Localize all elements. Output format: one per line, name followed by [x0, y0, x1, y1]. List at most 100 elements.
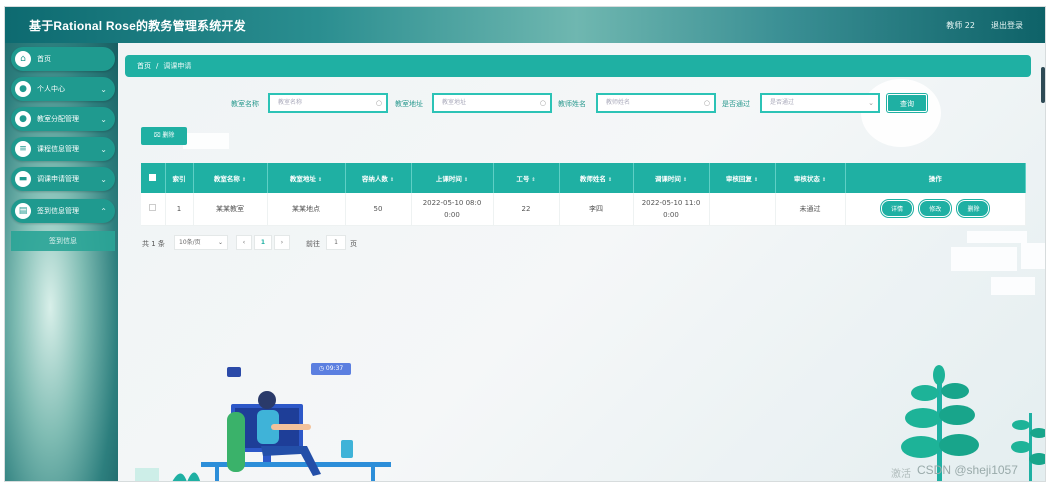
sort-icon: ⇕ — [389, 177, 395, 183]
sort-icon: ⇕ — [607, 177, 613, 183]
decorative-rect — [183, 133, 229, 149]
label-room-address: 教室地址 — [395, 100, 423, 108]
col-actions: 操作 — [845, 163, 1026, 193]
breadcrumb: 首页 / 调课申请 — [125, 55, 1031, 77]
col-job-no[interactable]: 工号 ⇕ — [493, 163, 560, 193]
sidebar-item-label: 教室分配管理 — [37, 115, 79, 123]
cell-class-time: 2022-05-10 08:00:00 — [411, 193, 494, 226]
col-teacher-name[interactable]: 教师姓名 ⇕ — [559, 163, 634, 193]
delete-button[interactable]: 删除 — [957, 200, 990, 218]
cell-adjust-time: 2022-05-10 11:00:00 — [633, 193, 710, 226]
sidebar-item-home[interactable]: ⌂ 首页 — [11, 47, 115, 71]
col-index: 索引 — [165, 163, 194, 193]
col-capacity[interactable]: 容纳人数 ⇕ — [345, 163, 412, 193]
breadcrumb-current: 调课申请 — [163, 62, 192, 70]
sidebar-item-label: 调课申请管理 — [37, 175, 79, 183]
sidebar-item-signin[interactable]: ▤ 签到信息管理 ⌃ — [11, 199, 115, 223]
sidebar-subitem-signin-info[interactable]: 签到信息 — [11, 231, 115, 251]
vertical-scrollbar[interactable] — [1041, 67, 1045, 103]
teacher-name-input[interactable]: 教师姓名 ○ — [596, 93, 716, 113]
row-checkbox[interactable] — [141, 193, 166, 226]
next-page-button[interactable]: › — [274, 235, 290, 250]
col-label: 审核状态 — [793, 175, 820, 183]
col-label: 工号 — [516, 175, 530, 183]
col-adjust-time[interactable]: 调课时间 ⇕ — [633, 163, 710, 193]
approved-select[interactable]: 是否通过 ⌄ — [760, 93, 880, 113]
batch-delete-button[interactable]: ⌧ 删除 — [141, 127, 187, 145]
detail-button[interactable]: 详情 — [881, 200, 914, 218]
cell-room-name: 某某教室 — [193, 193, 268, 226]
cell-room-address: 某某地点 — [267, 193, 346, 226]
page-suffix: 页 — [350, 240, 357, 248]
col-label: 审核回复 — [725, 175, 752, 183]
col-review-reply[interactable]: 审核回复 ⇕ — [709, 163, 776, 193]
search-icon: ○ — [539, 99, 546, 107]
user-icon: ● — [15, 111, 31, 127]
decorative-rect — [951, 247, 1017, 271]
edit-button[interactable]: 修改 — [919, 200, 952, 218]
activate-text: 激活 — [891, 469, 911, 480]
label-room-name: 教室名称 — [231, 100, 259, 108]
col-room-name[interactable]: 教室名称 ⇕ — [193, 163, 268, 193]
chevron-down-icon: ⌄ — [217, 239, 223, 246]
col-label: 教室地址 — [289, 175, 316, 183]
sort-icon: ⇕ — [241, 177, 247, 183]
delete-label: 删除 — [162, 132, 175, 139]
clock-time: 09:37 — [325, 365, 344, 372]
chevron-down-icon: ⌄ — [100, 144, 107, 154]
breadcrumb-home[interactable]: 首页 — [137, 61, 151, 71]
col-class-time[interactable]: 上课时间 ⇕ — [411, 163, 494, 193]
sidebar-item-adjust[interactable]: ▬ 调课申请管理 ⌄ — [11, 167, 115, 191]
search-icon: ○ — [703, 99, 710, 107]
select-all-checkbox[interactable] — [141, 163, 166, 193]
label-teacher-name: 教师姓名 — [558, 100, 586, 108]
col-label: 教室名称 — [213, 175, 240, 183]
col-review-status[interactable]: 审核状态 ⇕ — [775, 163, 846, 193]
chat-bubble-icon — [227, 367, 241, 377]
sort-icon: ⇕ — [821, 177, 827, 183]
cell-review-status: 未通过 — [775, 193, 846, 226]
cell-capacity: 50 — [345, 193, 412, 226]
col-label: 上课时间 — [435, 175, 462, 183]
breadcrumb-separator: / — [156, 62, 159, 70]
goto-page-input[interactable]: 1 — [326, 235, 346, 250]
sidebar-item-course[interactable]: ≡ 课程信息管理 ⌄ — [11, 137, 115, 161]
total-count: 共 1 条 — [142, 240, 165, 248]
sort-icon: ⇕ — [531, 177, 536, 183]
prev-page-button[interactable]: ‹ — [236, 235, 252, 250]
sort-icon: ⇕ — [753, 177, 759, 183]
top-header: 基于Rational Rose的教务管理系统开发 教师 22 退出登录 — [5, 7, 1045, 43]
col-room-address[interactable]: 教室地址 ⇕ — [267, 163, 346, 193]
search-icon: ○ — [375, 99, 382, 107]
col-label: 容纳人数 — [361, 175, 388, 183]
sidebar-item-label: 首页 — [37, 55, 51, 63]
decorative-rect — [1021, 243, 1045, 269]
table-header-row: 索引 教室名称 ⇕ 教室地址 ⇕ 容纳人数 ⇕ 上课时间 ⇕ 工号 ⇕ 教师姓名 ⇕ 调课时… — [141, 163, 1026, 193]
cell-index: 1 — [165, 193, 194, 226]
page-size-value: 10条/页 — [179, 239, 201, 246]
chat-icon: ▬ — [15, 171, 31, 187]
cell-review-reply — [709, 193, 776, 226]
cell-teacher-name: 李四 — [559, 193, 634, 226]
placeholder: 教室地址 — [442, 99, 467, 106]
current-page[interactable]: 1 — [254, 235, 272, 250]
decorative-circle — [861, 79, 941, 147]
sort-icon: ⇕ — [317, 177, 323, 183]
room-name-input[interactable]: 教室名称 ○ — [268, 93, 388, 113]
room-address-input[interactable]: 教室地址 ○ — [432, 93, 552, 113]
query-button[interactable]: 查询 — [887, 94, 927, 112]
decorative-rect — [967, 231, 1027, 243]
sort-icon: ⇕ — [463, 177, 469, 183]
placeholder: 教师姓名 — [606, 99, 631, 106]
col-label: 调课时间 — [654, 175, 681, 183]
current-user: 教师 22 — [946, 21, 975, 30]
home-icon: ⌂ — [15, 51, 31, 67]
list-icon: ≡ — [15, 141, 31, 157]
logout-link[interactable]: 退出登录 — [991, 20, 1023, 31]
office-illustration — [135, 391, 391, 481]
page-size-select[interactable]: 10条/页 ⌄ — [174, 235, 228, 250]
placeholder: 是否通过 — [770, 99, 795, 106]
cell-actions: 详情 修改 删除 — [845, 193, 1026, 226]
chevron-down-icon: ⌄ — [868, 99, 874, 107]
goto-label: 前往 — [306, 240, 320, 248]
